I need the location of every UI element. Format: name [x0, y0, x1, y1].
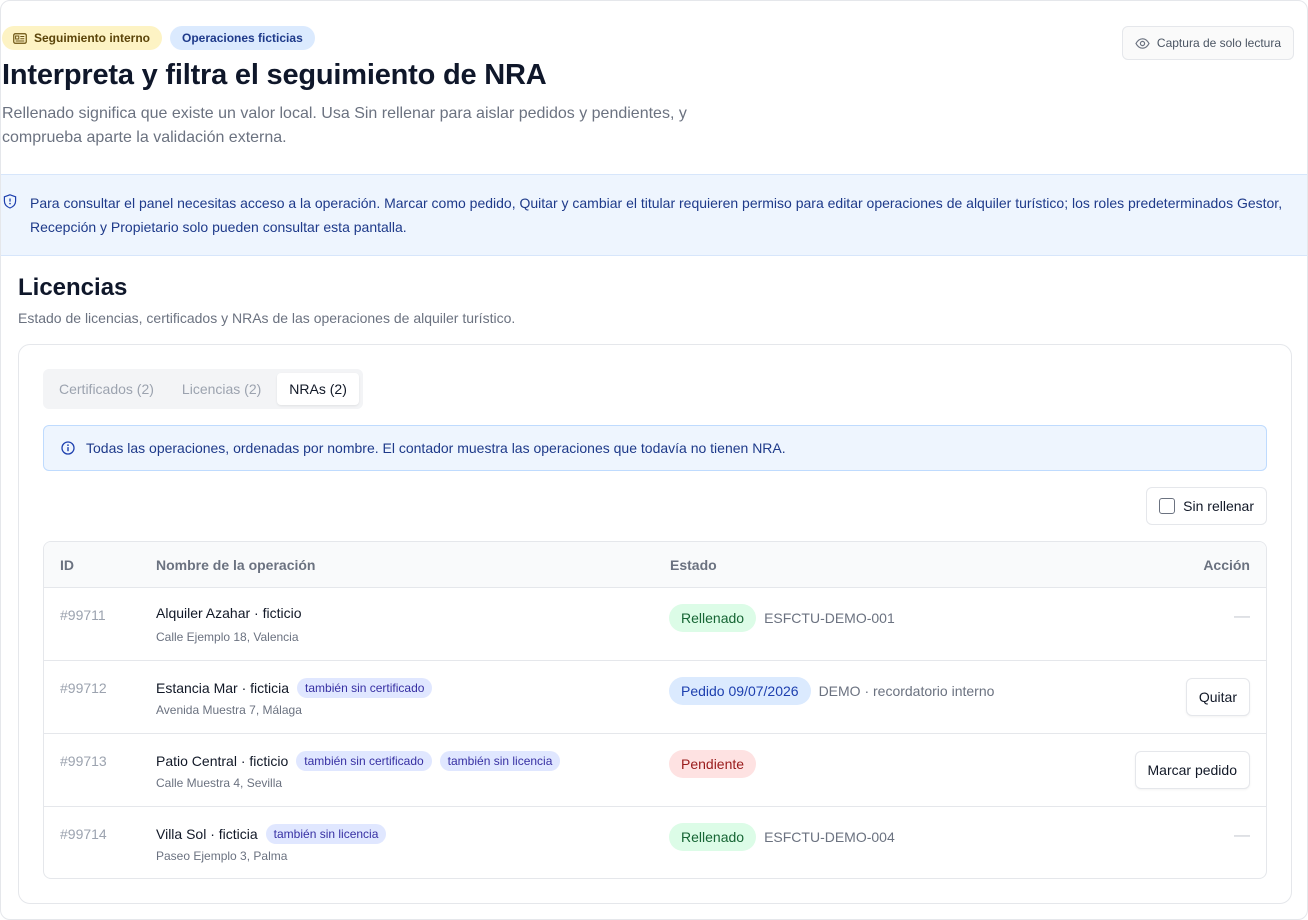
- tab-nras[interactable]: NRAs (2): [277, 373, 359, 405]
- page-title: Interpreta y filtra el seguimiento de NR…: [2, 59, 547, 91]
- row-status-cell: Rellenado ESFCTU-DEMO-001: [669, 604, 895, 632]
- eye-icon: [1135, 37, 1150, 49]
- row-id: #99714: [60, 826, 107, 842]
- remove-button[interactable]: Quitar: [1185, 678, 1250, 716]
- info-banner: Todas las operaciones, ordenadas por nom…: [43, 425, 1267, 471]
- permissions-text: Para consultar el panel necesitas acceso…: [30, 195, 1283, 235]
- page-subtitle: Rellenado significa que existe un valor …: [2, 105, 687, 146]
- readonly-capture-label: Captura de solo lectura: [1156, 36, 1281, 50]
- operation-name: Alquiler Azahar · ficticio: [156, 605, 302, 621]
- no-action-dash: —: [1234, 608, 1250, 625]
- row-status-cell: Rellenado ESFCTU-DEMO-004: [669, 823, 895, 851]
- row-status-cell: Pendiente: [669, 750, 757, 778]
- licenses-card: Certificados (2) Licencias (2) NRAs (2) …: [18, 344, 1292, 904]
- unfilled-filter[interactable]: Sin rellenar: [1146, 487, 1267, 525]
- column-status: Estado: [670, 557, 717, 573]
- row-id: #99713: [60, 753, 107, 769]
- status-badge: Pendiente: [669, 750, 757, 778]
- readonly-capture-button[interactable]: Captura de solo lectura: [1121, 26, 1294, 60]
- info-icon: [61, 441, 75, 455]
- info-text: Todas las operaciones, ordenadas por nom…: [86, 440, 786, 456]
- row-id: #99712: [60, 680, 107, 696]
- unfilled-filter-label: Sin rellenar: [1183, 498, 1254, 514]
- shield-icon: [3, 194, 17, 209]
- missing-license-tag: también sin licencia: [265, 824, 387, 844]
- column-id: ID: [60, 557, 74, 573]
- operation-address: Paseo Ejemplo 3, Palma: [156, 849, 288, 863]
- unfilled-checkbox[interactable]: [1159, 498, 1176, 514]
- missing-certificate-tag: también sin certificado: [296, 751, 432, 771]
- status-badge: Rellenado: [669, 604, 757, 632]
- operation-name: Patio Central · ficticio: [156, 753, 289, 769]
- badge-internal-tracking-label: Seguimiento interno: [34, 31, 151, 45]
- section-title: Licencias: [18, 274, 128, 301]
- row-id: #99711: [60, 607, 106, 623]
- missing-license-tag: también sin licencia: [439, 751, 561, 771]
- mark-ordered-button[interactable]: Marcar pedido: [1134, 751, 1250, 789]
- missing-certificate-tag: también sin certificado: [297, 678, 433, 698]
- table-row: #99714 Villa Sol · ficticia también sin …: [44, 807, 1266, 878]
- operation-address: Calle Muestra 4, Sevilla: [156, 776, 283, 790]
- section-subtitle: Estado de licencias, certificados y NRAs…: [18, 310, 516, 326]
- status-detail: DEMO · recordatorio interno: [818, 683, 995, 699]
- tab-certificates[interactable]: Certificados (2): [47, 373, 166, 405]
- operation-address: Calle Ejemplo 18, Valencia: [156, 630, 299, 644]
- page-frame: Seguimiento interno Operaciones ficticia…: [0, 0, 1308, 920]
- status-detail: ESFCTU-DEMO-004: [764, 829, 895, 845]
- no-action-dash: —: [1234, 827, 1250, 844]
- status-badge: Pedido 09/07/2026: [669, 677, 811, 705]
- badge-fictitious-operations-label: Operaciones ficticias: [182, 31, 303, 45]
- column-operation-name: Nombre de la operación: [156, 557, 316, 573]
- column-action: Acción: [1203, 557, 1250, 573]
- status-badge: Rellenado: [669, 823, 757, 851]
- row-name-cell: Estancia Mar · ficticia también sin cert…: [156, 678, 433, 698]
- table-header: ID Nombre de la operación Estado Acción: [44, 542, 1266, 588]
- row-name-cell: Alquiler Azahar · ficticio: [156, 605, 302, 621]
- table-row: #99712 Estancia Mar · ficticia también s…: [44, 661, 1266, 734]
- nra-table: ID Nombre de la operación Estado Acción …: [43, 541, 1267, 879]
- id-card-icon: [13, 32, 27, 44]
- badge-internal-tracking: Seguimiento interno: [2, 26, 163, 50]
- tabs-list: Certificados (2) Licencias (2) NRAs (2): [43, 369, 363, 409]
- table-row: #99711 Alquiler Azahar · ficticio Calle …: [44, 588, 1266, 661]
- row-name-cell: Patio Central · ficticio también sin cer…: [156, 751, 561, 771]
- header-badges: Seguimiento interno Operaciones ficticia…: [2, 26, 315, 50]
- operation-name: Villa Sol · ficticia: [156, 826, 258, 842]
- table-row: #99713 Patio Central · ficticio también …: [44, 734, 1266, 807]
- row-status-cell: Pedido 09/07/2026 DEMO · recordatorio in…: [669, 677, 994, 705]
- permissions-banner: Para consultar el panel necesitas acceso…: [1, 174, 1307, 256]
- operation-name: Estancia Mar · ficticia: [156, 680, 290, 696]
- row-name-cell: Villa Sol · ficticia también sin licenci…: [156, 824, 387, 844]
- tab-licenses[interactable]: Licencias (2): [170, 373, 273, 405]
- operation-address: Avenida Muestra 7, Málaga: [156, 703, 302, 717]
- status-detail: ESFCTU-DEMO-001: [764, 610, 895, 626]
- badge-fictitious-operations: Operaciones ficticias: [170, 26, 315, 50]
